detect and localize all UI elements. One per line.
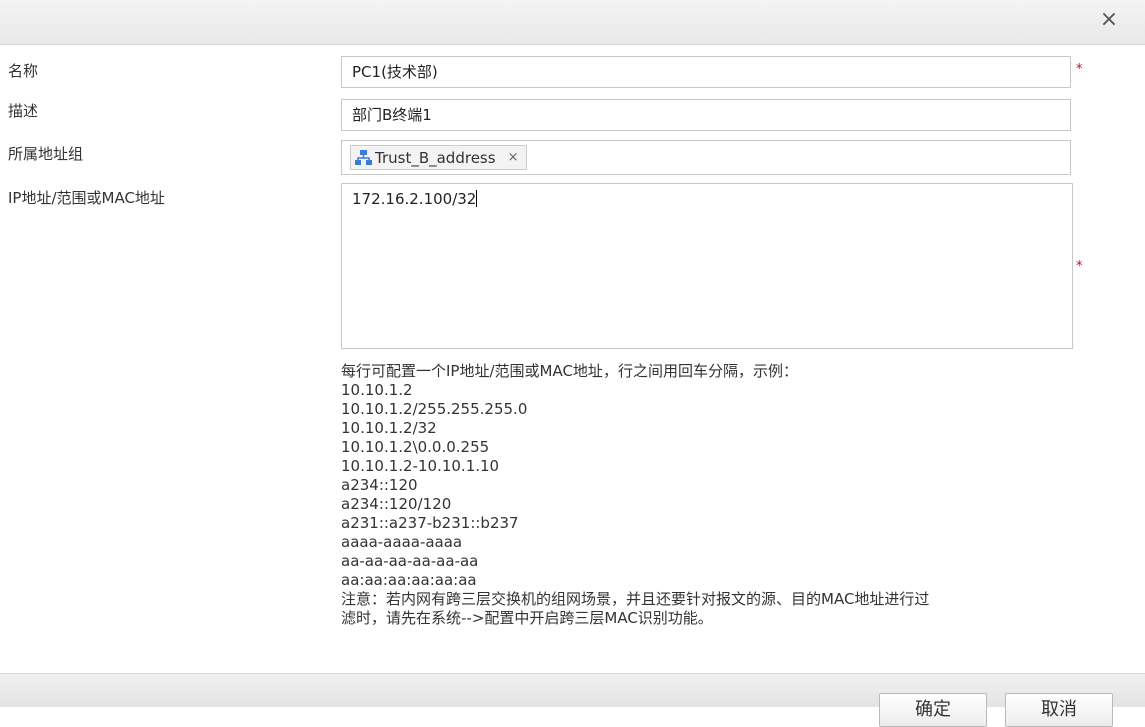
network-group-icon: [355, 150, 372, 165]
help-line: 10.10.1.2\0.0.0.255: [341, 438, 490, 456]
description-input[interactable]: 部门B终端1: [341, 99, 1071, 131]
help-line: a234::120: [341, 476, 418, 494]
address-value: 172.16.2.100/32: [352, 190, 477, 208]
name-input[interactable]: PC1(技术部): [341, 56, 1071, 88]
name-required-mark: *: [1076, 62, 1083, 77]
address-group-label: 所属地址组: [8, 145, 84, 163]
help-line: 注意：若内网有跨三层交换机的组网场景，并且还要针对报文的源、目的MAC地址进行过: [341, 590, 930, 608]
address-textarea[interactable]: 172.16.2.100/32: [341, 183, 1073, 349]
help-line: 每行可配置一个IP地址/范围或MAC地址，行之间用回车分隔，示例：: [341, 362, 798, 380]
ok-button[interactable]: 确定: [879, 693, 987, 727]
help-line: 10.10.1.2-10.10.1.10: [341, 457, 500, 475]
close-icon[interactable]: ×: [1097, 8, 1121, 32]
dialog-footer: 确定 取消: [0, 673, 1145, 727]
text-caret: [476, 190, 478, 207]
name-label: 名称: [8, 62, 39, 80]
address-required-mark: *: [1076, 259, 1083, 274]
address-help-text: 每行可配置一个IP地址/范围或MAC地址，行之间用回车分隔，示例： 10.10.…: [341, 362, 1101, 628]
dialog-titlebar: ×: [0, 0, 1145, 45]
address-group-tag-label: Trust_B_address: [375, 148, 496, 167]
help-line: 10.10.1.2/32: [341, 419, 437, 437]
address-group-tag[interactable]: Trust_B_address ×: [350, 145, 528, 170]
help-line: a234::120/120: [341, 495, 452, 513]
help-line: a231::a237-b231::b237: [341, 514, 519, 532]
help-line: aa:aa:aa:aa:aa:aa: [341, 571, 477, 589]
address-label: IP地址/范围或MAC地址: [8, 189, 165, 207]
help-line: 10.10.1.2/255.255.255.0: [341, 400, 528, 418]
help-line: aaaa-aaaa-aaaa: [341, 533, 463, 551]
help-line: 10.10.1.2: [341, 381, 413, 399]
remove-tag-icon[interactable]: ×: [508, 150, 519, 165]
cancel-button[interactable]: 取消: [1005, 693, 1113, 727]
help-line: aa-aa-aa-aa-aa-aa: [341, 552, 479, 570]
help-line: 滤时，请先在系统-->配置中开启跨三层MAC识别功能。: [341, 609, 713, 627]
description-label: 描述: [8, 102, 39, 120]
